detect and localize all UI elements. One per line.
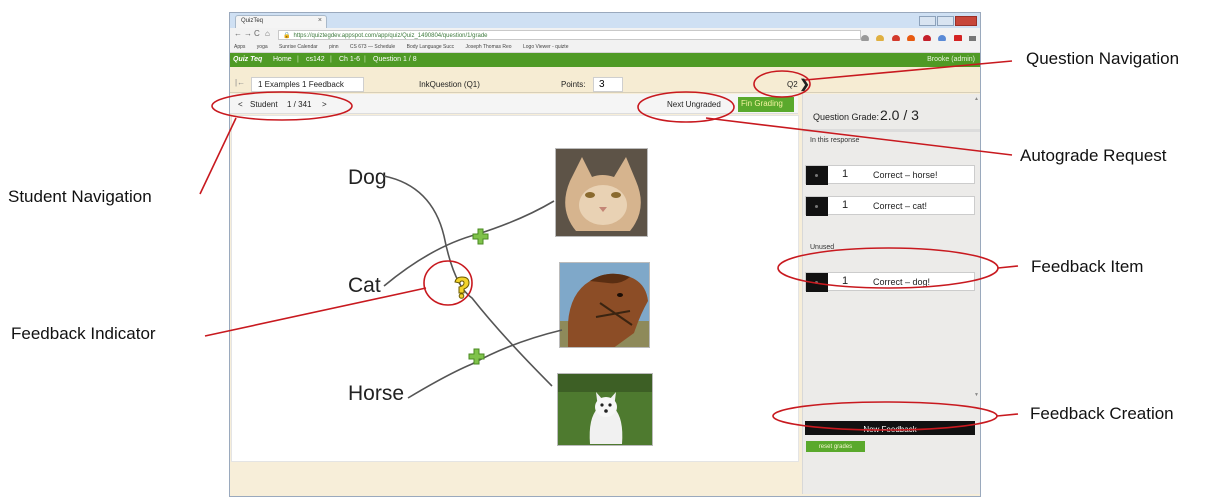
reload-icon[interactable]: C	[254, 29, 260, 38]
app-nav-bar: Quiz Teq Home | cs142 | Ch 1-6 | Questio…	[230, 53, 980, 67]
bookmark-item[interactable]: CS 673 — Schedule	[350, 44, 395, 50]
prev-student-button[interactable]: <	[238, 100, 243, 109]
annotation-feedback-item: Feedback Item	[1031, 257, 1144, 276]
annotation-feedback-indicator: Feedback Indicator	[11, 324, 156, 343]
browser-tab-title: QuizTeq	[241, 18, 264, 24]
ink-canvas[interactable]: Dog Cat Horse	[231, 115, 799, 462]
feedback-points: 1	[842, 168, 849, 180]
feedback-text: Correct – cat!	[873, 201, 928, 211]
drag-handle-icon[interactable]	[806, 273, 828, 292]
nav-chapter[interactable]: Ch 1-6	[339, 56, 360, 63]
chevron-right-icon: ❯	[799, 77, 810, 91]
annotation-autograde-request: Autograde Request	[1020, 146, 1167, 165]
new-feedback-button[interactable]: New Feedback	[805, 421, 975, 435]
finish-grading-button[interactable]: Fin Grading	[738, 97, 794, 112]
grading-panel: ▲ Question Grade: 2.0 / 3 In this respon…	[802, 94, 980, 494]
browser-tab-bar: QuizTeq ×	[230, 13, 980, 28]
feedback-points: 1	[842, 199, 849, 211]
minimize-icon[interactable]	[919, 16, 936, 26]
nav-separator: |	[330, 56, 332, 63]
question-title: InkQuestion (Q1)	[419, 80, 480, 89]
user-menu[interactable]: Brooke (admin)	[927, 56, 975, 63]
feedback-item-line	[997, 265, 1019, 269]
extension-icons	[858, 30, 976, 43]
lock-icon: 🔒	[283, 33, 291, 39]
app-logo[interactable]: Quiz Teq	[233, 56, 262, 63]
question-bar: |← 1 Examples 1 Feedback InkQuestion (Q1…	[230, 67, 980, 93]
url-field[interactable]: 🔒 https://quiztegdev.appspot.com/app/quiz…	[278, 30, 861, 40]
maximize-icon[interactable]	[937, 16, 954, 26]
question-grade-label: Question Grade:	[813, 112, 880, 122]
bookmark-item[interactable]: Sunrise Calendar	[279, 44, 318, 50]
window-close-icon[interactable]	[955, 16, 977, 26]
annotation-student-navigation: Student Navigation	[8, 187, 152, 206]
scroll-down-icon[interactable]: ▼	[974, 392, 979, 398]
bookmark-item[interactable]: Logo Viewer - quizte	[523, 44, 569, 50]
address-bar: ← → C ⌂ 🔒 https://quiztegdev.appspot.com/…	[230, 28, 980, 43]
bookmark-item[interactable]: Body Language Succ	[407, 44, 455, 50]
student-label: Student	[250, 100, 278, 109]
plus-icon[interactable]	[468, 348, 485, 365]
reset-grades-button[interactable]: reset grades	[806, 441, 865, 452]
points-label: Points:	[561, 80, 586, 89]
next-student-button[interactable]: >	[322, 100, 327, 109]
scroll-up-icon[interactable]: ▲	[974, 96, 979, 102]
feedback-indicator-icon[interactable]	[451, 276, 473, 299]
annotation-feedback-creation: Feedback Creation	[1030, 404, 1174, 423]
tab-close-icon[interactable]: ×	[318, 17, 322, 24]
home-icon[interactable]: ⌂	[265, 29, 270, 38]
student-navigation: < Student 1 / 341 > Next Ungraded Fin Gr…	[230, 94, 798, 114]
question-grade-value: 2.0 / 3	[880, 107, 919, 123]
feedback-item[interactable]: 1 Correct – cat!	[805, 196, 975, 216]
browser-window: QuizTeq × ← → C ⌂ 🔒 https://quiztegdev.ap…	[229, 12, 981, 497]
feedback-item[interactable]: 1 Correct – horse!	[805, 165, 975, 185]
next-ungraded-button[interactable]: Next Ungraded	[667, 100, 721, 109]
nav-separator: |	[297, 56, 299, 63]
bookmark-item[interactable]: Joseph Thomas Reo	[466, 44, 512, 50]
feedback-points: 1	[842, 275, 849, 287]
next-question-label: Q2	[787, 80, 798, 89]
collapse-icon[interactable]: |←	[235, 78, 245, 87]
panel-divider	[803, 129, 980, 132]
bookmarks-bar: Apps yoga Sunrise Calendar pinn CS 673 —…	[230, 41, 980, 53]
back-arrow-icon[interactable]: ←	[234, 29, 242, 38]
nav-course[interactable]: cs142	[306, 56, 325, 63]
in-response-label: In this response	[810, 137, 860, 144]
drag-handle-icon[interactable]	[806, 197, 828, 216]
feedback-text: Correct – horse!	[873, 170, 938, 180]
feedback-text: Correct – dog!	[873, 277, 931, 287]
points-input[interactable]: 3	[593, 77, 623, 92]
forward-arrow-icon[interactable]: →	[244, 29, 252, 38]
unused-label: Unused	[810, 244, 835, 251]
student-position: 1 / 341	[287, 100, 312, 109]
nav-home[interactable]: Home	[273, 56, 292, 63]
drag-handle-icon[interactable]	[806, 166, 828, 185]
browser-tab[interactable]: QuizTeq ×	[235, 15, 327, 28]
bookmark-item[interactable]: Apps	[234, 44, 245, 50]
examples-feedback-tab[interactable]: 1 Examples 1 Feedback	[251, 77, 364, 92]
bookmark-item[interactable]: yoga	[257, 44, 268, 50]
plus-icon[interactable]	[472, 228, 489, 245]
feedback-creation-line	[996, 413, 1019, 417]
ink-strokes	[383, 175, 563, 399]
next-question-link[interactable]: Q2 ❯	[787, 76, 810, 91]
feedback-item[interactable]: 1 Correct – dog!	[805, 272, 975, 292]
bookmark-item[interactable]: pinn	[329, 44, 338, 50]
url-text: https://quiztegdev.appspot.com/app/quiz/…	[293, 33, 488, 39]
annotation-question-navigation: Question Navigation	[1026, 49, 1180, 68]
window-controls	[918, 13, 977, 26]
nav-separator: |	[364, 56, 366, 63]
nav-question[interactable]: Question 1 / 8	[373, 56, 417, 63]
